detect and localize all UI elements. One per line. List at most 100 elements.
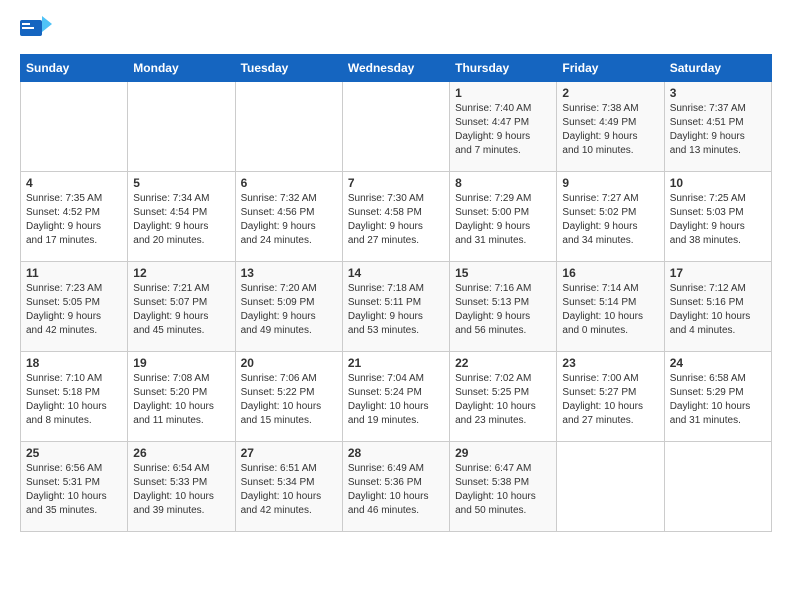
day-number: 12 — [133, 266, 229, 280]
calendar-cell: 16Sunrise: 7:14 AM Sunset: 5:14 PM Dayli… — [557, 262, 664, 352]
day-info: Sunrise: 7:37 AM Sunset: 4:51 PM Dayligh… — [670, 102, 766, 158]
day-number: 23 — [562, 356, 658, 370]
day-number: 17 — [670, 266, 766, 280]
calendar-cell: 28 Sunrise: 6:49 AM Sunset: 5:36 PM Dayli… — [342, 442, 449, 532]
day-number: 29 — [455, 446, 551, 460]
day-info: Sunrise: 7:35 AM Sunset: 4:52 PM Dayligh… — [26, 192, 122, 248]
day-number: 24 — [670, 356, 766, 370]
day-info: Sunrise: 7:18 AM Sunset: 5:11 PM Dayligh… — [348, 282, 444, 338]
calendar-cell: 2 Sunrise: 7:38 AM Sunset: 4:49 PM Daylig… — [557, 82, 664, 172]
calendar-cell — [21, 82, 128, 172]
day-info: Sunrise: 7:27 AM Sunset: 5:02 PM Dayligh… — [562, 192, 658, 248]
day-number: 9 — [562, 176, 658, 190]
day-number: 11 — [26, 266, 122, 280]
day-info: Sunrise: 7:10 AM Sunset: 5:18 PM Dayligh… — [26, 372, 122, 428]
calendar-cell — [342, 82, 449, 172]
day-number: 20 — [241, 356, 337, 370]
weekday-header-saturday: Saturday — [664, 55, 771, 82]
day-number: 1 — [455, 86, 551, 100]
day-number: 8 — [455, 176, 551, 190]
calendar-cell: 25 Sunrise: 6:56 AM Sunset: 5:31 PM Dayli… — [21, 442, 128, 532]
calendar-cell: 20 Sunrise: 7:06 AM Sunset: 5:22 PM Dayli… — [235, 352, 342, 442]
day-info: Sunrise: 7:40 AM Sunset: 4:47 PM Dayligh… — [455, 102, 551, 158]
day-number: 28 — [348, 446, 444, 460]
day-info: Sunrise: 7:02 AM Sunset: 5:25 PM Dayligh… — [455, 372, 551, 428]
calendar-cell: 15 Sunrise: 7:16 AM Sunset: 5:13 PM Dayli… — [450, 262, 557, 352]
calendar-cell: 23Sunrise: 7:00 AM Sunset: 5:27 PM Dayli… — [557, 352, 664, 442]
calendar-cell: 27Sunrise: 6:51 AM Sunset: 5:34 PM Dayli… — [235, 442, 342, 532]
calendar-cell: 9 Sunrise: 7:27 AM Sunset: 5:02 PM Daylig… — [557, 172, 664, 262]
day-number: 5 — [133, 176, 229, 190]
day-info: Sunrise: 7:34 AM Sunset: 4:54 PM Dayligh… — [133, 192, 229, 248]
day-number: 10 — [670, 176, 766, 190]
calendar-cell: 14 Sunrise: 7:18 AM Sunset: 5:11 PM Dayli… — [342, 262, 449, 352]
weekday-header-friday: Friday — [557, 55, 664, 82]
day-info: Sunrise: 7:04 AM Sunset: 5:24 PM Dayligh… — [348, 372, 444, 428]
day-info: Sunrise: 7:25 AM Sunset: 5:03 PM Dayligh… — [670, 192, 766, 248]
calendar-cell: 29 Sunrise: 6:47 AM Sunset: 5:38 PM Dayli… — [450, 442, 557, 532]
calendar-header-row: SundayMondayTuesdayWednesdayThursdayFrid… — [21, 55, 772, 82]
calendar-cell — [235, 82, 342, 172]
weekday-header-tuesday: Tuesday — [235, 55, 342, 82]
weekday-header-wednesday: Wednesday — [342, 55, 449, 82]
day-info: Sunrise: 7:06 AM Sunset: 5:22 PM Dayligh… — [241, 372, 337, 428]
calendar-cell — [664, 442, 771, 532]
calendar-cell: 1 Sunrise: 7:40 AM Sunset: 4:47 PM Daylig… — [450, 82, 557, 172]
day-info: Sunrise: 7:38 AM Sunset: 4:49 PM Dayligh… — [562, 102, 658, 158]
day-number: 26 — [133, 446, 229, 460]
day-number: 25 — [26, 446, 122, 460]
calendar-week-4: 18 Sunrise: 7:10 AM Sunset: 5:18 PM Dayli… — [21, 352, 772, 442]
day-info: Sunrise: 7:23 AM Sunset: 5:05 PM Dayligh… — [26, 282, 122, 338]
weekday-header-monday: Monday — [128, 55, 235, 82]
day-number: 21 — [348, 356, 444, 370]
calendar-cell: 3 Sunrise: 7:37 AM Sunset: 4:51 PM Daylig… — [664, 82, 771, 172]
calendar-week-3: 11 Sunrise: 7:23 AM Sunset: 5:05 PM Dayli… — [21, 262, 772, 352]
calendar-week-1: 1 Sunrise: 7:40 AM Sunset: 4:47 PM Daylig… — [21, 82, 772, 172]
weekday-header-thursday: Thursday — [450, 55, 557, 82]
day-number: 6 — [241, 176, 337, 190]
calendar-cell: 21 Sunrise: 7:04 AM Sunset: 5:24 PM Dayli… — [342, 352, 449, 442]
day-info: Sunrise: 6:47 AM Sunset: 5:38 PM Dayligh… — [455, 462, 551, 518]
calendar-cell — [557, 442, 664, 532]
day-number: 13 — [241, 266, 337, 280]
day-info: Sunrise: 6:54 AM Sunset: 5:33 PM Dayligh… — [133, 462, 229, 518]
day-number: 15 — [455, 266, 551, 280]
calendar-table: SundayMondayTuesdayWednesdayThursdayFrid… — [20, 54, 772, 532]
calendar-cell: 10 Sunrise: 7:25 AM Sunset: 5:03 PM Dayli… — [664, 172, 771, 262]
calendar-cell: 7 Sunrise: 7:30 AM Sunset: 4:58 PM Daylig… — [342, 172, 449, 262]
calendar-week-2: 4Sunrise: 7:35 AM Sunset: 4:52 PM Daylig… — [21, 172, 772, 262]
day-number: 14 — [348, 266, 444, 280]
day-number: 19 — [133, 356, 229, 370]
day-number: 16 — [562, 266, 658, 280]
calendar-cell: 17 Sunrise: 7:12 AM Sunset: 5:16 PM Dayli… — [664, 262, 771, 352]
day-info: Sunrise: 7:16 AM Sunset: 5:13 PM Dayligh… — [455, 282, 551, 338]
day-number: 18 — [26, 356, 122, 370]
calendar-cell: 19 Sunrise: 7:08 AM Sunset: 5:20 PM Dayli… — [128, 352, 235, 442]
calendar-cell: 12Sunrise: 7:21 AM Sunset: 5:07 PM Dayli… — [128, 262, 235, 352]
day-info: Sunrise: 7:08 AM Sunset: 5:20 PM Dayligh… — [133, 372, 229, 428]
calendar-cell: 18 Sunrise: 7:10 AM Sunset: 5:18 PM Dayli… — [21, 352, 128, 442]
day-info: Sunrise: 6:56 AM Sunset: 5:31 PM Dayligh… — [26, 462, 122, 518]
day-info: Sunrise: 6:58 AM Sunset: 5:29 PM Dayligh… — [670, 372, 766, 428]
day-info: Sunrise: 7:12 AM Sunset: 5:16 PM Dayligh… — [670, 282, 766, 338]
day-info: Sunrise: 6:51 AM Sunset: 5:34 PM Dayligh… — [241, 462, 337, 518]
logo-icon — [20, 16, 52, 44]
day-number: 22 — [455, 356, 551, 370]
calendar-cell: 11 Sunrise: 7:23 AM Sunset: 5:05 PM Dayli… — [21, 262, 128, 352]
day-number: 2 — [562, 86, 658, 100]
day-number: 7 — [348, 176, 444, 190]
calendar-cell: 24 Sunrise: 6:58 AM Sunset: 5:29 PM Dayli… — [664, 352, 771, 442]
calendar-cell: 5 Sunrise: 7:34 AM Sunset: 4:54 PM Daylig… — [128, 172, 235, 262]
day-info: Sunrise: 6:49 AM Sunset: 5:36 PM Dayligh… — [348, 462, 444, 518]
day-number: 3 — [670, 86, 766, 100]
logo — [20, 16, 56, 44]
page-header — [20, 16, 772, 44]
day-info: Sunrise: 7:30 AM Sunset: 4:58 PM Dayligh… — [348, 192, 444, 248]
calendar-cell: 26 Sunrise: 6:54 AM Sunset: 5:33 PM Dayli… — [128, 442, 235, 532]
calendar-cell: 13Sunrise: 7:20 AM Sunset: 5:09 PM Dayli… — [235, 262, 342, 352]
calendar-cell: 6Sunrise: 7:32 AM Sunset: 4:56 PM Daylig… — [235, 172, 342, 262]
weekday-header-sunday: Sunday — [21, 55, 128, 82]
day-info: Sunrise: 7:29 AM Sunset: 5:00 PM Dayligh… — [455, 192, 551, 248]
calendar-cell — [128, 82, 235, 172]
calendar-cell: 8 Sunrise: 7:29 AM Sunset: 5:00 PM Daylig… — [450, 172, 557, 262]
